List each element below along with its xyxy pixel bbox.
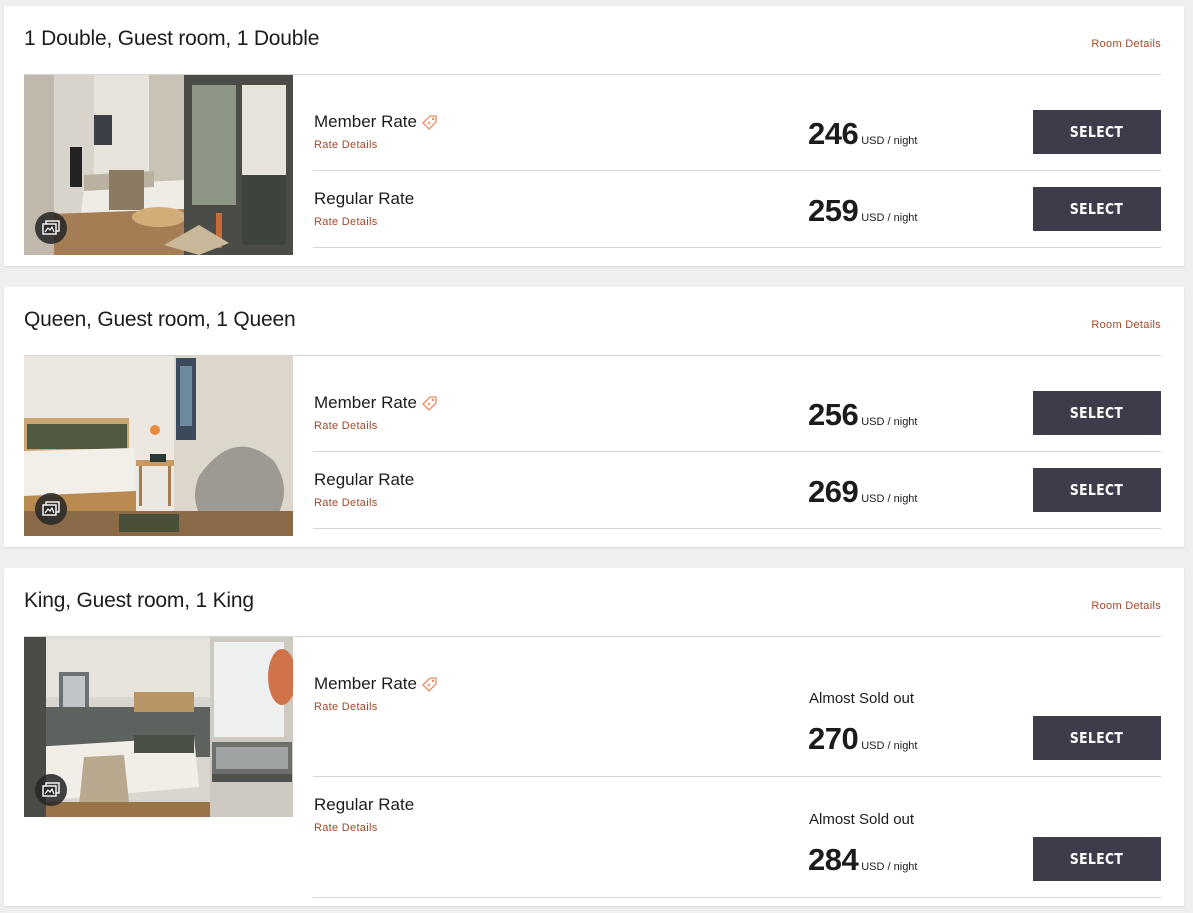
price-block: 259 USD / night <box>808 193 917 229</box>
room-details-link[interactable]: Room Details <box>1091 319 1161 331</box>
rate-row-member: Member Rate Rate Details 246 USD / night… <box>313 93 1161 171</box>
rate-name: Regular Rate <box>314 470 414 490</box>
price-unit: USD / night <box>861 861 918 873</box>
rate-name: Member Rate <box>314 674 438 694</box>
rate-name-label: Member Rate <box>314 674 417 693</box>
rate-name-label: Member Rate <box>314 393 417 412</box>
price-unit: USD / night <box>861 416 918 428</box>
price-value: 256 <box>808 397 859 432</box>
select-button-label: SELECT <box>1070 404 1124 422</box>
image-gallery-icon <box>42 501 60 516</box>
price-value: 246 <box>808 116 859 151</box>
rate-name-label: Regular Rate <box>314 470 415 489</box>
room-details-link[interactable]: Room Details <box>1091 600 1161 612</box>
price-value: 259 <box>808 193 859 228</box>
rate-row-member: Member Rate Rate Details Almost Sold out… <box>313 655 1161 777</box>
rate-details-link[interactable]: Rate Details <box>314 216 378 228</box>
select-button[interactable]: SELECT <box>1033 187 1161 231</box>
room-photo[interactable] <box>24 356 293 536</box>
rate-name: Member Rate <box>314 393 438 413</box>
rate-name: Regular Rate <box>314 795 414 815</box>
rate-name-label: Member Rate <box>314 112 417 131</box>
gallery-button[interactable] <box>35 212 67 244</box>
price-tag-icon <box>422 114 437 130</box>
select-button-label: SELECT <box>1070 850 1124 868</box>
room-card-queen: Queen, Guest room, 1 Queen Room Details <box>4 287 1184 547</box>
rate-name: Regular Rate <box>314 189 414 209</box>
price-unit: USD / night <box>861 493 918 505</box>
room-title: 1 Double, Guest room, 1 Double <box>24 27 320 50</box>
rate-name-label: Regular Rate <box>314 189 415 208</box>
price-block: 270 USD / night <box>808 721 917 757</box>
room-card-king: King, Guest room, 1 King Room Details Me… <box>4 568 1184 906</box>
price-block: 284 USD / night <box>808 842 917 878</box>
rate-name-label: Regular Rate <box>314 795 415 814</box>
rate-details-link[interactable]: Rate Details <box>314 497 378 509</box>
room-title: Queen, Guest room, 1 Queen <box>24 308 296 331</box>
select-button-label: SELECT <box>1070 481 1124 499</box>
rate-details-link[interactable]: Rate Details <box>314 139 378 151</box>
price-unit: USD / night <box>861 740 918 752</box>
room-details-link[interactable]: Room Details <box>1091 38 1161 50</box>
rate-row-regular: Regular Rate Rate Details 259 USD / nigh… <box>313 170 1161 248</box>
select-button[interactable]: SELECT <box>1033 391 1161 435</box>
price-value: 284 <box>808 842 859 877</box>
availability-notice: Almost Sold out <box>809 690 915 707</box>
image-gallery-icon <box>42 220 60 235</box>
image-gallery-icon <box>42 782 60 797</box>
availability-notice: Almost Sold out <box>809 811 915 828</box>
rate-details-link[interactable]: Rate Details <box>314 822 378 834</box>
price-tag-icon <box>422 395 437 411</box>
price-unit: USD / night <box>861 135 918 147</box>
select-button[interactable]: SELECT <box>1033 110 1161 154</box>
price-value: 270 <box>808 721 859 756</box>
price-unit: USD / night <box>861 212 918 224</box>
select-button-label: SELECT <box>1070 200 1124 218</box>
room-photo[interactable] <box>24 75 293 255</box>
rate-row-member: Member Rate Rate Details 256 USD / night… <box>313 374 1161 452</box>
select-button[interactable]: SELECT <box>1033 837 1161 881</box>
rate-row-regular: Regular Rate Rate Details 269 USD / nigh… <box>313 451 1161 529</box>
rate-details-link[interactable]: Rate Details <box>314 701 378 713</box>
price-tag-icon <box>422 676 437 692</box>
price-block: 256 USD / night <box>808 397 917 433</box>
room-title: King, Guest room, 1 King <box>24 589 254 612</box>
gallery-button[interactable] <box>35 774 67 806</box>
room-card-double: 1 Double, Guest room, 1 Double Room Deta… <box>4 6 1184 266</box>
rate-details-link[interactable]: Rate Details <box>314 420 378 432</box>
price-value: 269 <box>808 474 859 509</box>
select-button[interactable]: SELECT <box>1033 468 1161 512</box>
rate-name: Member Rate <box>314 112 438 132</box>
select-button-label: SELECT <box>1070 123 1124 141</box>
gallery-button[interactable] <box>35 493 67 525</box>
price-block: 269 USD / night <box>808 474 917 510</box>
price-block: 246 USD / night <box>808 116 917 152</box>
room-photo[interactable] <box>24 637 293 817</box>
rate-row-regular: Regular Rate Rate Details Almost Sold ou… <box>313 776 1161 898</box>
select-button[interactable]: SELECT <box>1033 716 1161 760</box>
select-button-label: SELECT <box>1070 729 1124 747</box>
